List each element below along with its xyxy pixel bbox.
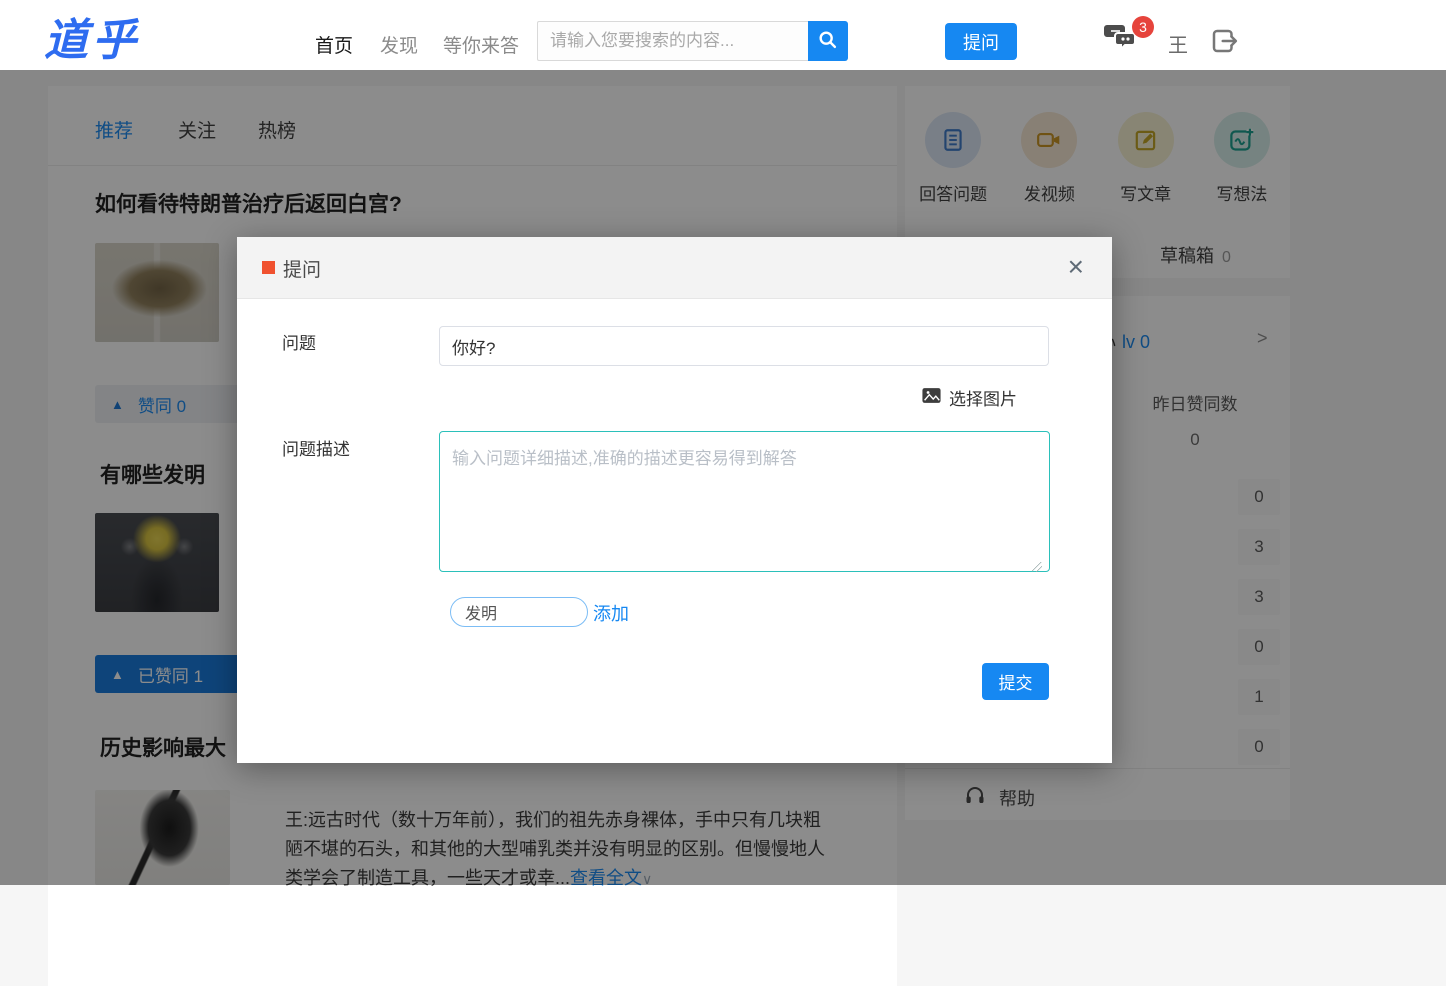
pick-image-label: 选择图片 <box>949 390 1017 409</box>
description-field-label: 问题描述 <box>282 440 350 459</box>
site-logo[interactable]: 道乎 <box>44 4 140 68</box>
search-button[interactable] <box>808 21 848 61</box>
message-count-badge: 3 <box>1132 16 1154 38</box>
nav-item-waiting-answer[interactable]: 等你来答 <box>443 31 519 58</box>
question-field-label: 问题 <box>282 334 316 353</box>
title-marker-icon <box>262 261 275 274</box>
textarea-resize-handle[interactable] <box>1032 562 1042 572</box>
tag-input[interactable] <box>450 597 588 627</box>
ask-question-modal: 提问 × 问题 选择图片 问题描述 添加 提交 <box>237 237 1112 763</box>
close-icon[interactable]: × <box>1062 249 1090 285</box>
messages-button[interactable]: 3 <box>1103 16 1157 60</box>
logout-icon[interactable] <box>1209 26 1239 56</box>
image-icon <box>921 386 942 410</box>
top-navbar: 道乎 首页 发现 等你来答 提问 3 王 <box>0 0 1446 70</box>
nav-item-discover[interactable]: 发现 <box>380 31 418 58</box>
search-icon <box>817 29 839 54</box>
message-bubbles-icon <box>1103 25 1141 60</box>
question-title-input[interactable] <box>439 326 1049 366</box>
ask-question-button[interactable]: 提问 <box>945 23 1017 60</box>
nav-item-home[interactable]: 首页 <box>315 31 353 58</box>
add-tag-link[interactable]: 添加 <box>593 600 629 626</box>
submit-button[interactable]: 提交 <box>982 663 1049 700</box>
search-input[interactable] <box>537 21 831 61</box>
modal-title: 提问 <box>283 260 322 281</box>
modal-header: 提问 × <box>237 237 1112 299</box>
username-link[interactable]: 王 <box>1168 29 1188 58</box>
search-bar <box>537 21 848 61</box>
pick-image-button[interactable]: 选择图片 <box>921 385 1017 410</box>
question-description-textarea[interactable] <box>439 431 1050 572</box>
